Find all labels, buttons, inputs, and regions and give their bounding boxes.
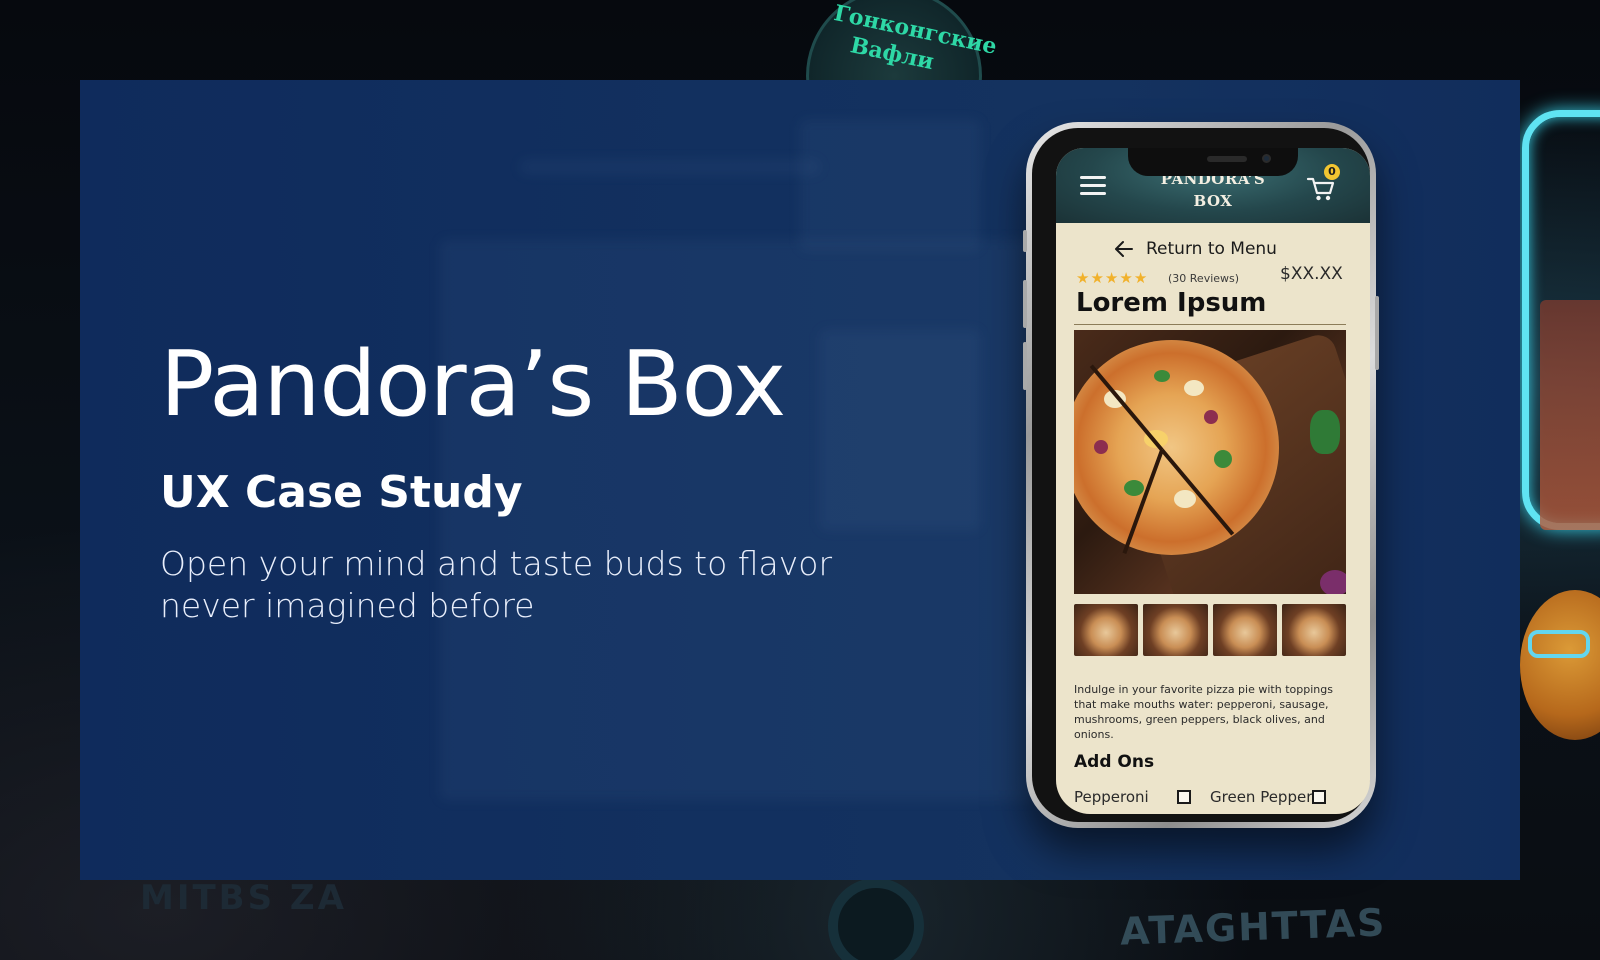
thumbnail-1[interactable] <box>1074 604 1139 656</box>
background-wheel <box>828 878 924 960</box>
return-to-menu-link[interactable]: Return to Menu <box>1114 236 1277 262</box>
phone-mockup: PANDORA’S BOX 0 Return to Menu ★ ★ ★ ★ ★ (30… <box>1023 122 1379 828</box>
addon-label: Pepperoni <box>1074 788 1149 806</box>
star-icon: ★ <box>1076 269 1090 287</box>
phone-mute-switch <box>1023 230 1027 252</box>
item-price: $XX.XX <box>1280 264 1343 284</box>
menu-icon[interactable] <box>1080 174 1106 198</box>
star-icon: ★ <box>1090 269 1104 287</box>
phone-volume-down <box>1023 342 1027 390</box>
reviews-count[interactable]: (30 Reviews) <box>1168 272 1239 285</box>
phone-bezel: PANDORA’S BOX 0 Return to Menu ★ ★ ★ ★ ★ (30… <box>1032 128 1370 822</box>
addon-green-pepper[interactable]: Green Pepper <box>1210 788 1327 806</box>
thumbnail-4[interactable] <box>1281 604 1346 656</box>
app-screen: PANDORA’S BOX 0 Return to Menu ★ ★ ★ ★ ★ (30… <box>1056 148 1370 814</box>
neon-frame-fill <box>1540 300 1600 530</box>
thumbnail-3[interactable] <box>1212 604 1277 656</box>
mascot-figure <box>1520 590 1600 740</box>
phone-camera <box>1262 154 1271 163</box>
return-label: Return to Menu <box>1146 239 1277 259</box>
mascot-glasses <box>1528 630 1590 658</box>
phone-speaker <box>1207 156 1247 162</box>
phone-notch <box>1128 148 1298 176</box>
addon-label: Green Pepper <box>1210 788 1313 806</box>
item-description: Indulge in your favorite pizza pie with … <box>1074 683 1333 741</box>
item-title: Lorem Ipsum <box>1076 288 1267 318</box>
ghost-ui <box>520 160 820 174</box>
title-divider <box>1074 324 1346 325</box>
onion-garnish <box>1320 570 1346 594</box>
image-thumbnails <box>1074 604 1346 656</box>
addon-checkbox[interactable] <box>1176 790 1191 804</box>
phone-volume-up <box>1023 280 1027 328</box>
ghost-ui <box>800 120 980 250</box>
cart-count-badge: 0 <box>1324 164 1340 180</box>
thumbnail-2[interactable] <box>1143 604 1208 656</box>
background-left-text: MITBS ZA <box>140 878 347 918</box>
herb-garnish <box>1310 410 1340 454</box>
addon-pepperoni[interactable]: Pepperoni <box>1074 788 1191 806</box>
star-icon: ★ <box>1104 269 1119 287</box>
background-sign-text: ATAGHTTAS <box>1119 900 1388 954</box>
tagline: Open your mind and taste buds to flavor … <box>160 544 833 625</box>
pizza-hero-image <box>1074 330 1346 594</box>
page-subtitle: UX Case Study <box>160 467 523 518</box>
page-title: Pandora’s Box <box>160 332 786 437</box>
arrow-left-icon <box>1115 241 1133 257</box>
addons-heading: Add Ons <box>1074 752 1155 772</box>
addon-checkbox[interactable] <box>1312 790 1327 804</box>
rating-stars: ★ ★ ★ ★ ★ <box>1076 270 1147 286</box>
star-icon: ★ <box>1133 269 1148 287</box>
pizza <box>1074 340 1279 555</box>
star-icon: ★ <box>1119 269 1133 287</box>
phone-power-button <box>1375 296 1379 370</box>
